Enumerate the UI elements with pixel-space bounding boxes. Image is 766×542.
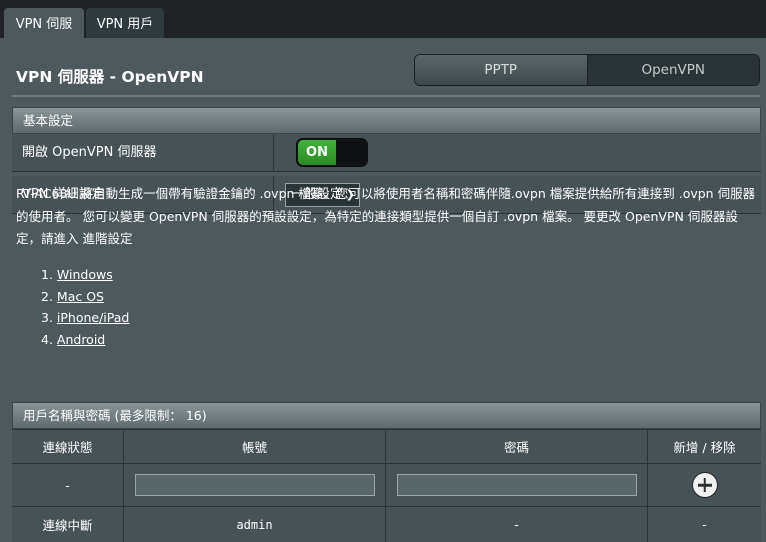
enable-server-toggle[interactable]: ON — [296, 138, 368, 167]
list-item: 4. Android — [41, 331, 106, 347]
new-user-row: - — [12, 463, 761, 506]
iphone-ipad-link[interactable]: iPhone/iPad — [57, 310, 129, 325]
row-divider — [273, 134, 274, 172]
android-link[interactable]: Android — [57, 332, 105, 347]
list-item: 3. iPhone/iPad — [41, 310, 130, 325]
description-text: RT-AC68U 將自動生成一個帶有驗證金鑰的 .ovpn 檔案。您可以將使用者… — [16, 186, 756, 246]
user-password: - — [386, 507, 648, 542]
add-user-cell — [648, 464, 761, 506]
protocol-switch: PPTP OpenVPN — [414, 54, 760, 86]
toggle-on-label: ON — [298, 140, 336, 165]
users-header: 用戶名稱與密碼 (最多限制： 16) — [12, 402, 761, 429]
os-link-list: 1. Windows 2. Mac OS 3. iPhone/iPad 4. A… — [41, 264, 129, 350]
add-user-icon[interactable] — [692, 473, 717, 497]
users-table-header: 連線狀態 帳號 密碼 新增 / 移除 — [12, 429, 761, 463]
column-header-account: 帳號 — [124, 430, 386, 463]
page-title: VPN 伺服器 - OpenVPN — [16, 68, 204, 86]
toggle-knob — [336, 140, 366, 165]
column-header-add-remove: 新增 / 移除 — [673, 440, 736, 455]
tab-bar: VPN 伺服器 VPN 用戶端 — [0, 0, 766, 66]
column-header-password: 密碼 — [386, 430, 648, 463]
macos-link[interactable]: Mac OS — [57, 289, 104, 304]
user-account: admin — [124, 507, 386, 542]
column-header-status: 連線狀態 — [12, 430, 124, 463]
enable-server-row: 開啟 OpenVPN 伺服器 ON — [12, 134, 761, 172]
tab-vpn-server[interactable]: VPN 伺服器 — [4, 8, 84, 66]
tab-vpn-client[interactable]: VPN 用戶端 — [86, 8, 164, 66]
list-item: 2. Mac OS — [41, 288, 104, 304]
windows-link[interactable]: Windows — [57, 267, 113, 282]
new-account-cell — [124, 464, 386, 506]
basic-settings-header: 基本設定 — [12, 107, 761, 134]
new-password-input[interactable] — [396, 474, 637, 496]
enable-server-label: 開啟 OpenVPN 伺服器 — [22, 145, 157, 160]
user-action: - — [702, 517, 707, 532]
openvpn-button[interactable]: OpenVPN — [587, 55, 759, 85]
new-account-input[interactable] — [134, 474, 375, 496]
user-status: 連線中斷 — [12, 507, 124, 542]
table-row: 連線中斷 admin - - — [12, 506, 761, 542]
divider — [12, 95, 760, 97]
pptp-button[interactable]: PPTP — [415, 55, 588, 85]
list-item: 1. Windows — [41, 267, 113, 282]
new-user-status: - — [12, 464, 124, 506]
new-password-cell — [386, 464, 648, 506]
